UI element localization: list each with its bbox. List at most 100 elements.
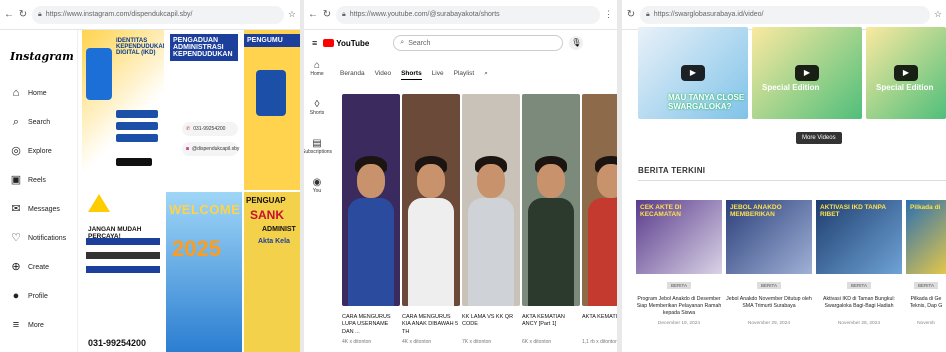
- youtube-logo[interactable]: YouTube: [323, 39, 369, 48]
- bookmark-icon[interactable]: ☆: [288, 9, 296, 20]
- news-title[interactable]: Pilkada di Ge Teknis, Dap G: [906, 296, 946, 318]
- section-title: BERITA TERKINI: [638, 166, 706, 175]
- ig-nav-home[interactable]: ⌂ Home: [6, 87, 71, 99]
- mic-icon[interactable]: 🎙︎: [569, 36, 584, 50]
- featured-video[interactable]: ▶ Special Edition: [866, 27, 946, 119]
- kebab-menu-icon[interactable]: ⋮: [604, 9, 613, 20]
- category-badge[interactable]: BERITA: [914, 282, 938, 289]
- text-bar: [86, 266, 160, 273]
- search-input[interactable]: ⌕ Search: [393, 35, 564, 51]
- short-thumbnail[interactable]: [342, 94, 400, 306]
- address-bar[interactable]: 🔒︎ https://swarglobasurabaya.id/video/: [640, 5, 930, 24]
- play-icon[interactable]: ▶: [795, 65, 819, 81]
- news-thumbnail[interactable]: JEBOL ANAKDO MEMBERIKAN: [726, 200, 812, 274]
- short-card[interactable]: CARA MENGURUS KIA ANAK DIBAWAH 5 TH 4K x …: [402, 94, 460, 345]
- yt-sidebar-shorts[interactable]: ◊ Shorts: [310, 99, 324, 116]
- news-title[interactable]: Program Jebol Anakdo di Desember Siap Me…: [636, 296, 722, 318]
- yt-sidebar-home[interactable]: ⌂ Home: [310, 60, 323, 77]
- post-title: PENGADUAN ADMINISTRASI KEPENDUDUKAN: [170, 34, 238, 61]
- news-card[interactable]: Pilkada di BERITA Pilkada di Ge Teknis, Da…: [906, 200, 946, 326]
- post-sanksi[interactable]: PENGUAP SANK ADMINIST Akta Kela: [244, 192, 300, 352]
- back-icon[interactable]: ←: [4, 9, 14, 20]
- ig-nav-notifications[interactable]: ♡ Notifications: [6, 232, 71, 244]
- featured-video[interactable]: ▶ Special Edition: [752, 27, 862, 119]
- person-body: [468, 198, 514, 306]
- person-body: [348, 198, 394, 306]
- hamburger-icon[interactable]: ≡: [312, 38, 317, 48]
- ig-nav-label: Reels: [28, 176, 46, 184]
- short-thumbnail[interactable]: [582, 94, 617, 306]
- post-pengaduan[interactable]: PENGADUAN ADMINISTRASI KEPENDUDUKAN ✆ 031…: [166, 30, 242, 190]
- ig-nav-profile[interactable]: ● Profile: [6, 290, 71, 302]
- yt-sidebar-label: Subscriptions: [304, 149, 333, 155]
- instagram-logo[interactable]: Instagram: [10, 50, 74, 63]
- ig-nav-search[interactable]: ⌕ Search: [6, 116, 71, 128]
- ig-nav-create[interactable]: ⊕ Create: [6, 261, 71, 273]
- yt-sidebar-subscriptions[interactable]: ▤ Subscriptions: [304, 138, 332, 155]
- youtube-window: ← ↻ 🔒︎ https://www.youtube.com/@surabayak…: [304, 0, 617, 352]
- tab-playlist[interactable]: Playlist: [454, 70, 475, 80]
- reload-icon[interactable]: ↻: [322, 9, 332, 20]
- short-title[interactable]: AKTA KEMATIAN ANCY [Part 1]: [522, 314, 580, 336]
- short-title[interactable]: CARA MENGURUS LUPA USERNAME DAN ...: [342, 314, 400, 336]
- short-thumbnail[interactable]: [402, 94, 460, 306]
- yt-sidebar-label: Shorts: [309, 110, 325, 116]
- post-welcome-2025[interactable]: WELCOME 2025: [166, 192, 242, 352]
- reload-icon[interactable]: ↻: [18, 9, 28, 20]
- news-title[interactable]: Aktivasi IKD di Taman Bungkul: Swargalok…: [816, 296, 902, 318]
- news-thumbnail[interactable]: Pilkada di: [906, 200, 946, 274]
- tab-live[interactable]: Live: [432, 70, 444, 80]
- browser-bar: ↻ 🔒︎ https://swarglobasurabaya.id/video/ …: [622, 0, 946, 30]
- home-icon: ⌂: [12, 87, 20, 99]
- bookmark-icon[interactable]: ☆: [934, 9, 942, 20]
- short-card[interactable]: AKTA KEMATI Part 1 1,1 rb x ditonton: [582, 94, 617, 345]
- tab-video[interactable]: Video: [375, 70, 392, 80]
- play-icon[interactable]: ▶: [894, 65, 918, 81]
- short-card[interactable]: CARA MENGURUS LUPA USERNAME DAN ... 4K x …: [342, 94, 400, 345]
- category-badge[interactable]: BERITA: [847, 282, 871, 289]
- post-pengumuman[interactable]: PENGUMU: [244, 30, 300, 190]
- news-date: Novemb: [917, 321, 935, 326]
- shorts-icon: ◊: [314, 99, 320, 110]
- address-bar[interactable]: 🔒︎ https://www.instagram.com/dispendukcap…: [32, 5, 284, 24]
- search-icon[interactable]: ⌕: [484, 70, 488, 80]
- ig-nav-explore[interactable]: ◎ Explore: [6, 145, 71, 157]
- channel-tabs: Beranda Video Shorts Live Playlist ⌕: [340, 70, 488, 80]
- news-card[interactable]: AKTIVASI IKD TANPA RIBET BERITA Aktivasi I…: [816, 200, 902, 326]
- short-title[interactable]: KK LAMA VS KK QR CODE: [462, 314, 520, 336]
- news-thumbnail[interactable]: CEK AKTE DI KECAMATAN: [636, 200, 722, 274]
- news-thumbnail[interactable]: AKTIVASI IKD TANPA RIBET: [816, 200, 902, 274]
- yt-header: ≡ YouTube ⌕ Search 🎙︎: [304, 30, 617, 56]
- news-card[interactable]: CEK AKTE DI KECAMATAN BERITA Program Jebol…: [636, 200, 722, 326]
- info-bar: [116, 110, 158, 118]
- post-warning[interactable]: JANGAN MUDAH PERCAYA! 031-99254200: [82, 192, 164, 352]
- tab-shorts[interactable]: Shorts: [401, 70, 422, 80]
- ig-nav-messages[interactable]: ✉ Messages: [6, 203, 71, 215]
- more-videos-button[interactable]: More Videos: [796, 132, 842, 144]
- back-icon[interactable]: ←: [308, 9, 318, 20]
- browser-bar: ← ↻ 🔒︎ https://www.youtube.com/@surabayak…: [304, 0, 617, 30]
- tab-beranda[interactable]: Beranda: [340, 70, 365, 80]
- play-logo-icon: [323, 39, 335, 47]
- messenger-icon: ✉: [11, 203, 21, 215]
- short-title[interactable]: AKTA KEMATI Part 1: [582, 314, 617, 336]
- reload-icon[interactable]: ↻: [626, 9, 636, 20]
- short-card[interactable]: KK LAMA VS KK QR CODE 7K x ditonton: [462, 94, 520, 345]
- post-ikd[interactable]: IDENTITAS KEPENDUDUKAN DIGITAL (IKD): [82, 30, 164, 190]
- news-title[interactable]: Jebol Anakdo November Ditutup oleh SMA T…: [726, 296, 812, 318]
- search-icon: ⌕: [12, 116, 20, 128]
- short-thumbnail[interactable]: [522, 94, 580, 306]
- yt-sidebar-you[interactable]: ◉ You: [313, 177, 322, 194]
- warning-icon: [88, 194, 110, 212]
- news-card[interactable]: JEBOL ANAKDO MEMBERIKAN BERITA Jebol Anakd…: [726, 200, 812, 326]
- category-badge[interactable]: BERITA: [757, 282, 781, 289]
- short-card[interactable]: AKTA KEMATIAN ANCY [Part 1] 6K x ditonton: [522, 94, 580, 345]
- play-icon[interactable]: ▶: [681, 65, 705, 81]
- category-badge[interactable]: BERITA: [667, 282, 691, 289]
- short-title[interactable]: CARA MENGURUS KIA ANAK DIBAWAH 5 TH: [402, 314, 460, 336]
- short-thumbnail[interactable]: [462, 94, 520, 306]
- featured-video[interactable]: ▶ MAU TANYA CLOSE SWARGALOKA?: [638, 27, 748, 119]
- ig-nav-reels[interactable]: ▣ Reels: [6, 174, 71, 186]
- ig-nav-more[interactable]: ≡ More: [6, 319, 71, 331]
- address-bar[interactable]: 🔒︎ https://www.youtube.com/@surabayakota/…: [336, 5, 600, 24]
